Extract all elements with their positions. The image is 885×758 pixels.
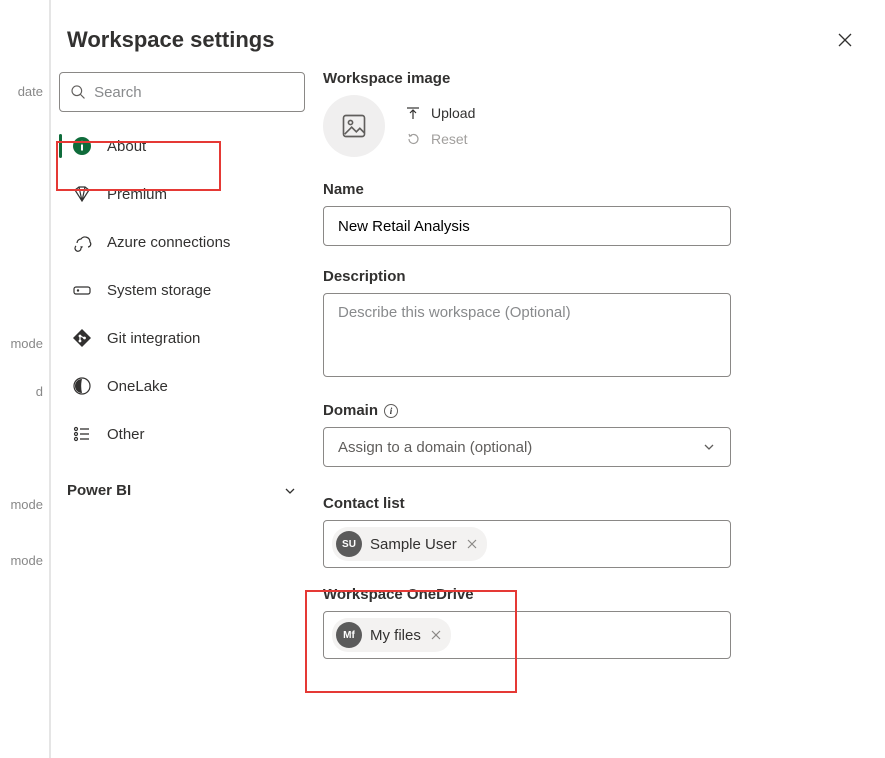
search-input[interactable] [94,84,294,101]
domain-placeholder: Assign to a domain (optional) [338,439,532,456]
workspace-image-placeholder[interactable] [323,95,385,157]
dialog-title: Workspace settings [67,27,274,53]
chevron-down-icon [702,440,716,454]
contact-list-input[interactable]: SU Sample User [323,520,731,568]
background-sidebar: date mode d mode mode [0,0,50,758]
info-icon[interactable]: i [384,404,398,418]
search-icon [70,83,86,101]
remove-cont act-button[interactable] [465,539,479,549]
domain-select[interactable]: Assign to a domain (optional) [323,427,731,467]
nav-label: Other [107,426,145,443]
bg-text: date [18,84,43,99]
dialog-header: Workspace settings [51,0,885,66]
contact-name: Sample User [370,536,457,553]
bg-text: mode [10,497,43,512]
upload-label: Upload [431,105,475,121]
avatar: SU [336,531,362,557]
workspace-onedrive-input[interactable]: Mf My files [323,611,731,659]
close-icon [431,630,441,640]
workspace-image-label: Workspace image [323,70,859,87]
diamond-icon [71,184,93,204]
close-icon [837,32,853,48]
search-box[interactable] [59,72,305,112]
bg-text: mode [10,553,43,568]
nav-item-git-integration[interactable]: Git integration [59,314,305,362]
nav-section-powerbi[interactable]: Power BI [59,458,305,507]
nav-label: Premium [107,186,167,203]
nav-item-about[interactable]: About [59,122,305,170]
contact-list-label: Contact list [323,495,859,512]
cloud-sync-icon [71,232,93,252]
onedrive-chip: Mf My files [332,618,451,652]
nav-label: System storage [107,282,211,299]
reset-label: Reset [431,131,468,147]
settings-nav: About Premium Azure connections System s… [51,66,313,758]
nav-label: Git integration [107,330,200,347]
workspace-onedrive-label: Workspace OneDrive [323,586,859,603]
workspace-settings-dialog: Workspace settings About [50,0,885,758]
description-input[interactable] [323,293,731,377]
bg-text: mode [10,336,43,351]
description-label: Description [323,268,859,285]
nav-item-other[interactable]: Other [59,410,305,458]
chevron-down-icon [283,484,297,498]
nav-label: About [107,138,146,155]
name-label: Name [323,181,859,198]
nav-label: OneLake [107,378,168,395]
domain-label: Domain [323,402,378,419]
close-button[interactable] [829,24,861,56]
storage-icon [71,280,93,300]
nav-item-system-storage[interactable]: System storage [59,266,305,314]
settings-content: Workspace image Upload Reset [313,66,885,758]
nav-item-azure-connections[interactable]: Azure connections [59,218,305,266]
nav-item-onelake[interactable]: OneLake [59,362,305,410]
git-icon [71,328,93,348]
nav-label: Azure connections [107,234,230,251]
upload-icon [405,105,421,121]
nav-section-label: Power BI [67,482,131,499]
picture-icon [340,112,368,140]
bg-text: d [36,384,43,399]
reset-icon [405,131,421,147]
upload-button[interactable]: Upload [405,105,475,121]
nav-item-premium[interactable]: Premium [59,170,305,218]
name-input[interactable] [323,206,731,246]
reset-button: Reset [405,131,475,147]
close-icon [467,539,477,549]
onelake-icon [71,376,93,396]
onedrive-name: My files [370,627,421,644]
settings-list-icon [71,424,93,444]
contact-chip: SU Sample User [332,527,487,561]
info-circle-icon [71,136,93,156]
remove-onedrive-button[interactable] [429,630,443,640]
avatar: Mf [336,622,362,648]
